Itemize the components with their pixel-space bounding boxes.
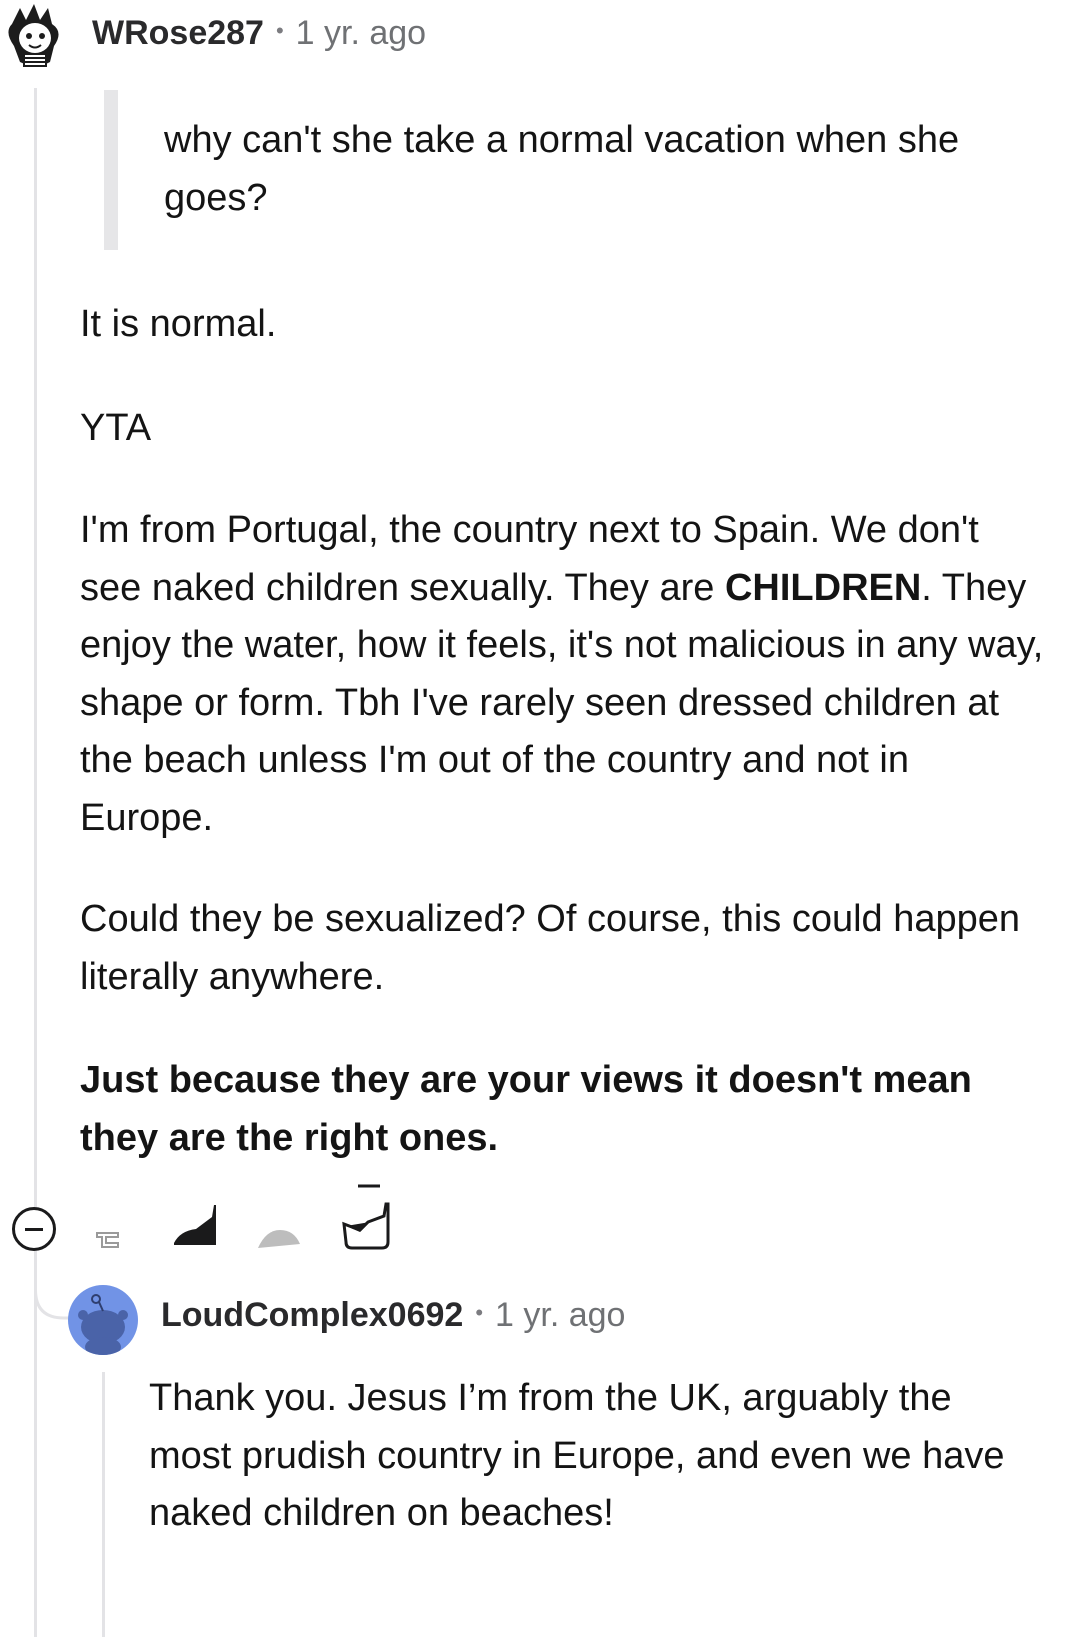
meta-separator: • xyxy=(475,1300,484,1325)
share-icon[interactable] xyxy=(340,1182,402,1252)
collapse-icon[interactable] xyxy=(12,1207,56,1251)
comment-timestamp: 1 yr. ago xyxy=(495,1296,626,1334)
user-avatar[interactable] xyxy=(68,1285,138,1355)
paragraph: YTA xyxy=(80,407,152,449)
meta-separator: • xyxy=(275,18,284,43)
downvote-icon[interactable] xyxy=(170,1203,220,1249)
comment-meta: WRose287 • 1 yr. ago xyxy=(92,14,426,53)
reply-body: Thank you. Jesus I’m from the UK, arguab… xyxy=(149,1377,1005,1534)
upvote-icon[interactable] xyxy=(94,1227,128,1249)
quote-bar xyxy=(104,90,118,250)
paragraph: Could they be sexualized? Of course, thi… xyxy=(80,898,1021,998)
comment-timestamp: 1 yr. ago xyxy=(295,14,427,52)
comment-body: It is normal. YTA I'm from Portugal, the… xyxy=(80,294,1050,1167)
thread-line-reply[interactable] xyxy=(102,1372,105,1637)
bold-paragraph: Just because they are your views it does… xyxy=(80,1059,972,1159)
quote-text: why can't she take a normal vacation whe… xyxy=(164,119,960,219)
comment-username[interactable]: WRose287 xyxy=(92,14,264,53)
paragraph: I'm from Portugal, the country next to S… xyxy=(80,502,1050,847)
reply-icon[interactable] xyxy=(254,1226,306,1252)
emphasis-text: CHILDREN xyxy=(724,566,922,609)
comment-meta: LoudComplex0692 • 1 yr. ago xyxy=(161,1296,625,1335)
comment-action-bar xyxy=(0,1180,500,1260)
paragraph: It is normal. xyxy=(80,303,277,345)
user-avatar[interactable] xyxy=(2,2,68,68)
comment-username[interactable]: LoudComplex0692 xyxy=(161,1296,463,1335)
thread-line-main[interactable] xyxy=(34,88,37,1637)
